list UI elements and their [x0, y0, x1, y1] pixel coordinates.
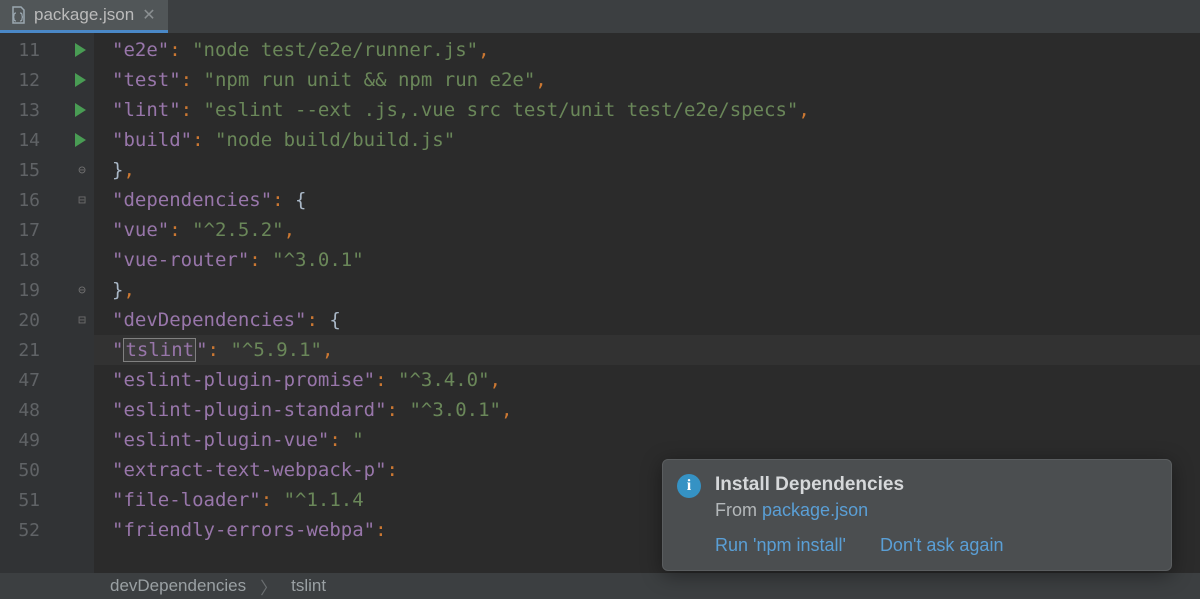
line-number: 47	[0, 370, 40, 391]
gutter-line: 47	[0, 365, 94, 395]
gutter-line: 12	[0, 65, 94, 95]
code-line[interactable]: },	[94, 155, 1200, 185]
gutter-line: 19 ⊖	[0, 275, 94, 305]
code-line[interactable]: "dependencies": {	[94, 185, 1200, 215]
run-gutter-icon[interactable]	[75, 73, 86, 87]
run-gutter-icon[interactable]	[75, 43, 86, 57]
run-npm-install-link[interactable]: Run 'npm install'	[715, 535, 846, 556]
code-line[interactable]: "vue-router": "^3.0.1"	[94, 245, 1200, 275]
tab-filename: package.json	[34, 5, 134, 25]
breadcrumb-separator-icon: 〉	[260, 574, 277, 599]
notification-source-link[interactable]: package.json	[762, 500, 868, 520]
code-line[interactable]: "build": "node build/build.js"	[94, 125, 1200, 155]
line-number: 12	[0, 70, 40, 91]
code-line[interactable]: "test": "npm run unit && npm run e2e",	[94, 65, 1200, 95]
breadcrumb-item[interactable]: tslint	[291, 576, 326, 596]
breadcrumb: devDependencies 〉 tslint	[0, 573, 1200, 599]
gutter-line: 13	[0, 95, 94, 125]
code-line[interactable]: "vue": "^2.5.2",	[94, 215, 1200, 245]
code-line[interactable]: "e2e": "node test/e2e/runner.js",	[94, 35, 1200, 65]
code-line[interactable]: },	[94, 275, 1200, 305]
line-number: 21	[0, 340, 40, 361]
file-tab-package-json[interactable]: package.json ✕	[0, 0, 168, 33]
line-number: 51	[0, 490, 40, 511]
run-gutter-icon[interactable]	[75, 133, 86, 147]
line-number: 19	[0, 280, 40, 301]
gutter: 11 12 13 14 15 ⊖ 16 ⊟ 17 18 19 ⊖ 20 ⊟ 21 47 48 49 50 51 52	[0, 33, 94, 573]
line-number: 15	[0, 160, 40, 181]
fold-end-icon[interactable]: ⊖	[78, 164, 86, 177]
json-file-icon	[8, 5, 28, 25]
gutter-line: 49	[0, 425, 94, 455]
tab-close-icon[interactable]: ✕	[140, 5, 157, 25]
notification-title: Install Dependencies	[715, 474, 1153, 496]
line-number: 16	[0, 190, 40, 211]
gutter-line: 48	[0, 395, 94, 425]
code-line[interactable]: "eslint-plugin-vue": "	[94, 425, 1200, 455]
code-line[interactable]: "eslint-plugin-promise": "^3.4.0",	[94, 365, 1200, 395]
gutter-line: 17	[0, 215, 94, 245]
line-number: 20	[0, 310, 40, 331]
gutter-line: 11	[0, 35, 94, 65]
editor-tabbar: package.json ✕	[0, 0, 1200, 33]
code-line[interactable]: "tslint": "^5.9.1",	[94, 335, 1200, 365]
gutter-line: 21	[0, 335, 94, 365]
fold-start-icon[interactable]: ⊟	[78, 194, 86, 207]
gutter-line: 50	[0, 455, 94, 485]
gutter-line: 20 ⊟	[0, 305, 94, 335]
gutter-line: 15 ⊖	[0, 155, 94, 185]
line-number: 18	[0, 250, 40, 271]
line-number: 17	[0, 220, 40, 241]
run-gutter-icon[interactable]	[75, 103, 86, 117]
line-number: 11	[0, 40, 40, 61]
dont-ask-again-link[interactable]: Don't ask again	[880, 535, 1004, 556]
line-number: 49	[0, 430, 40, 451]
breadcrumb-item[interactable]: devDependencies	[110, 576, 246, 596]
code-line[interactable]: "devDependencies": {	[94, 305, 1200, 335]
gutter-line: 18	[0, 245, 94, 275]
fold-start-icon[interactable]: ⊟	[78, 314, 86, 327]
gutter-line: 14	[0, 125, 94, 155]
line-number: 14	[0, 130, 40, 151]
line-number: 50	[0, 460, 40, 481]
gutter-line: 51	[0, 485, 94, 515]
code-line[interactable]: "eslint-plugin-standard": "^3.0.1",	[94, 395, 1200, 425]
gutter-line: 52	[0, 515, 94, 545]
line-number: 52	[0, 520, 40, 541]
fold-end-icon[interactable]: ⊖	[78, 284, 86, 297]
info-icon: i	[677, 474, 701, 498]
line-number: 13	[0, 100, 40, 121]
gutter-line: 16 ⊟	[0, 185, 94, 215]
code-line[interactable]: "lint": "eslint --ext .js,.vue src test/…	[94, 95, 1200, 125]
install-dependencies-notification: i Install Dependencies From package.json…	[662, 459, 1172, 571]
line-number: 48	[0, 400, 40, 421]
notification-subtitle: From package.json	[715, 500, 1153, 521]
